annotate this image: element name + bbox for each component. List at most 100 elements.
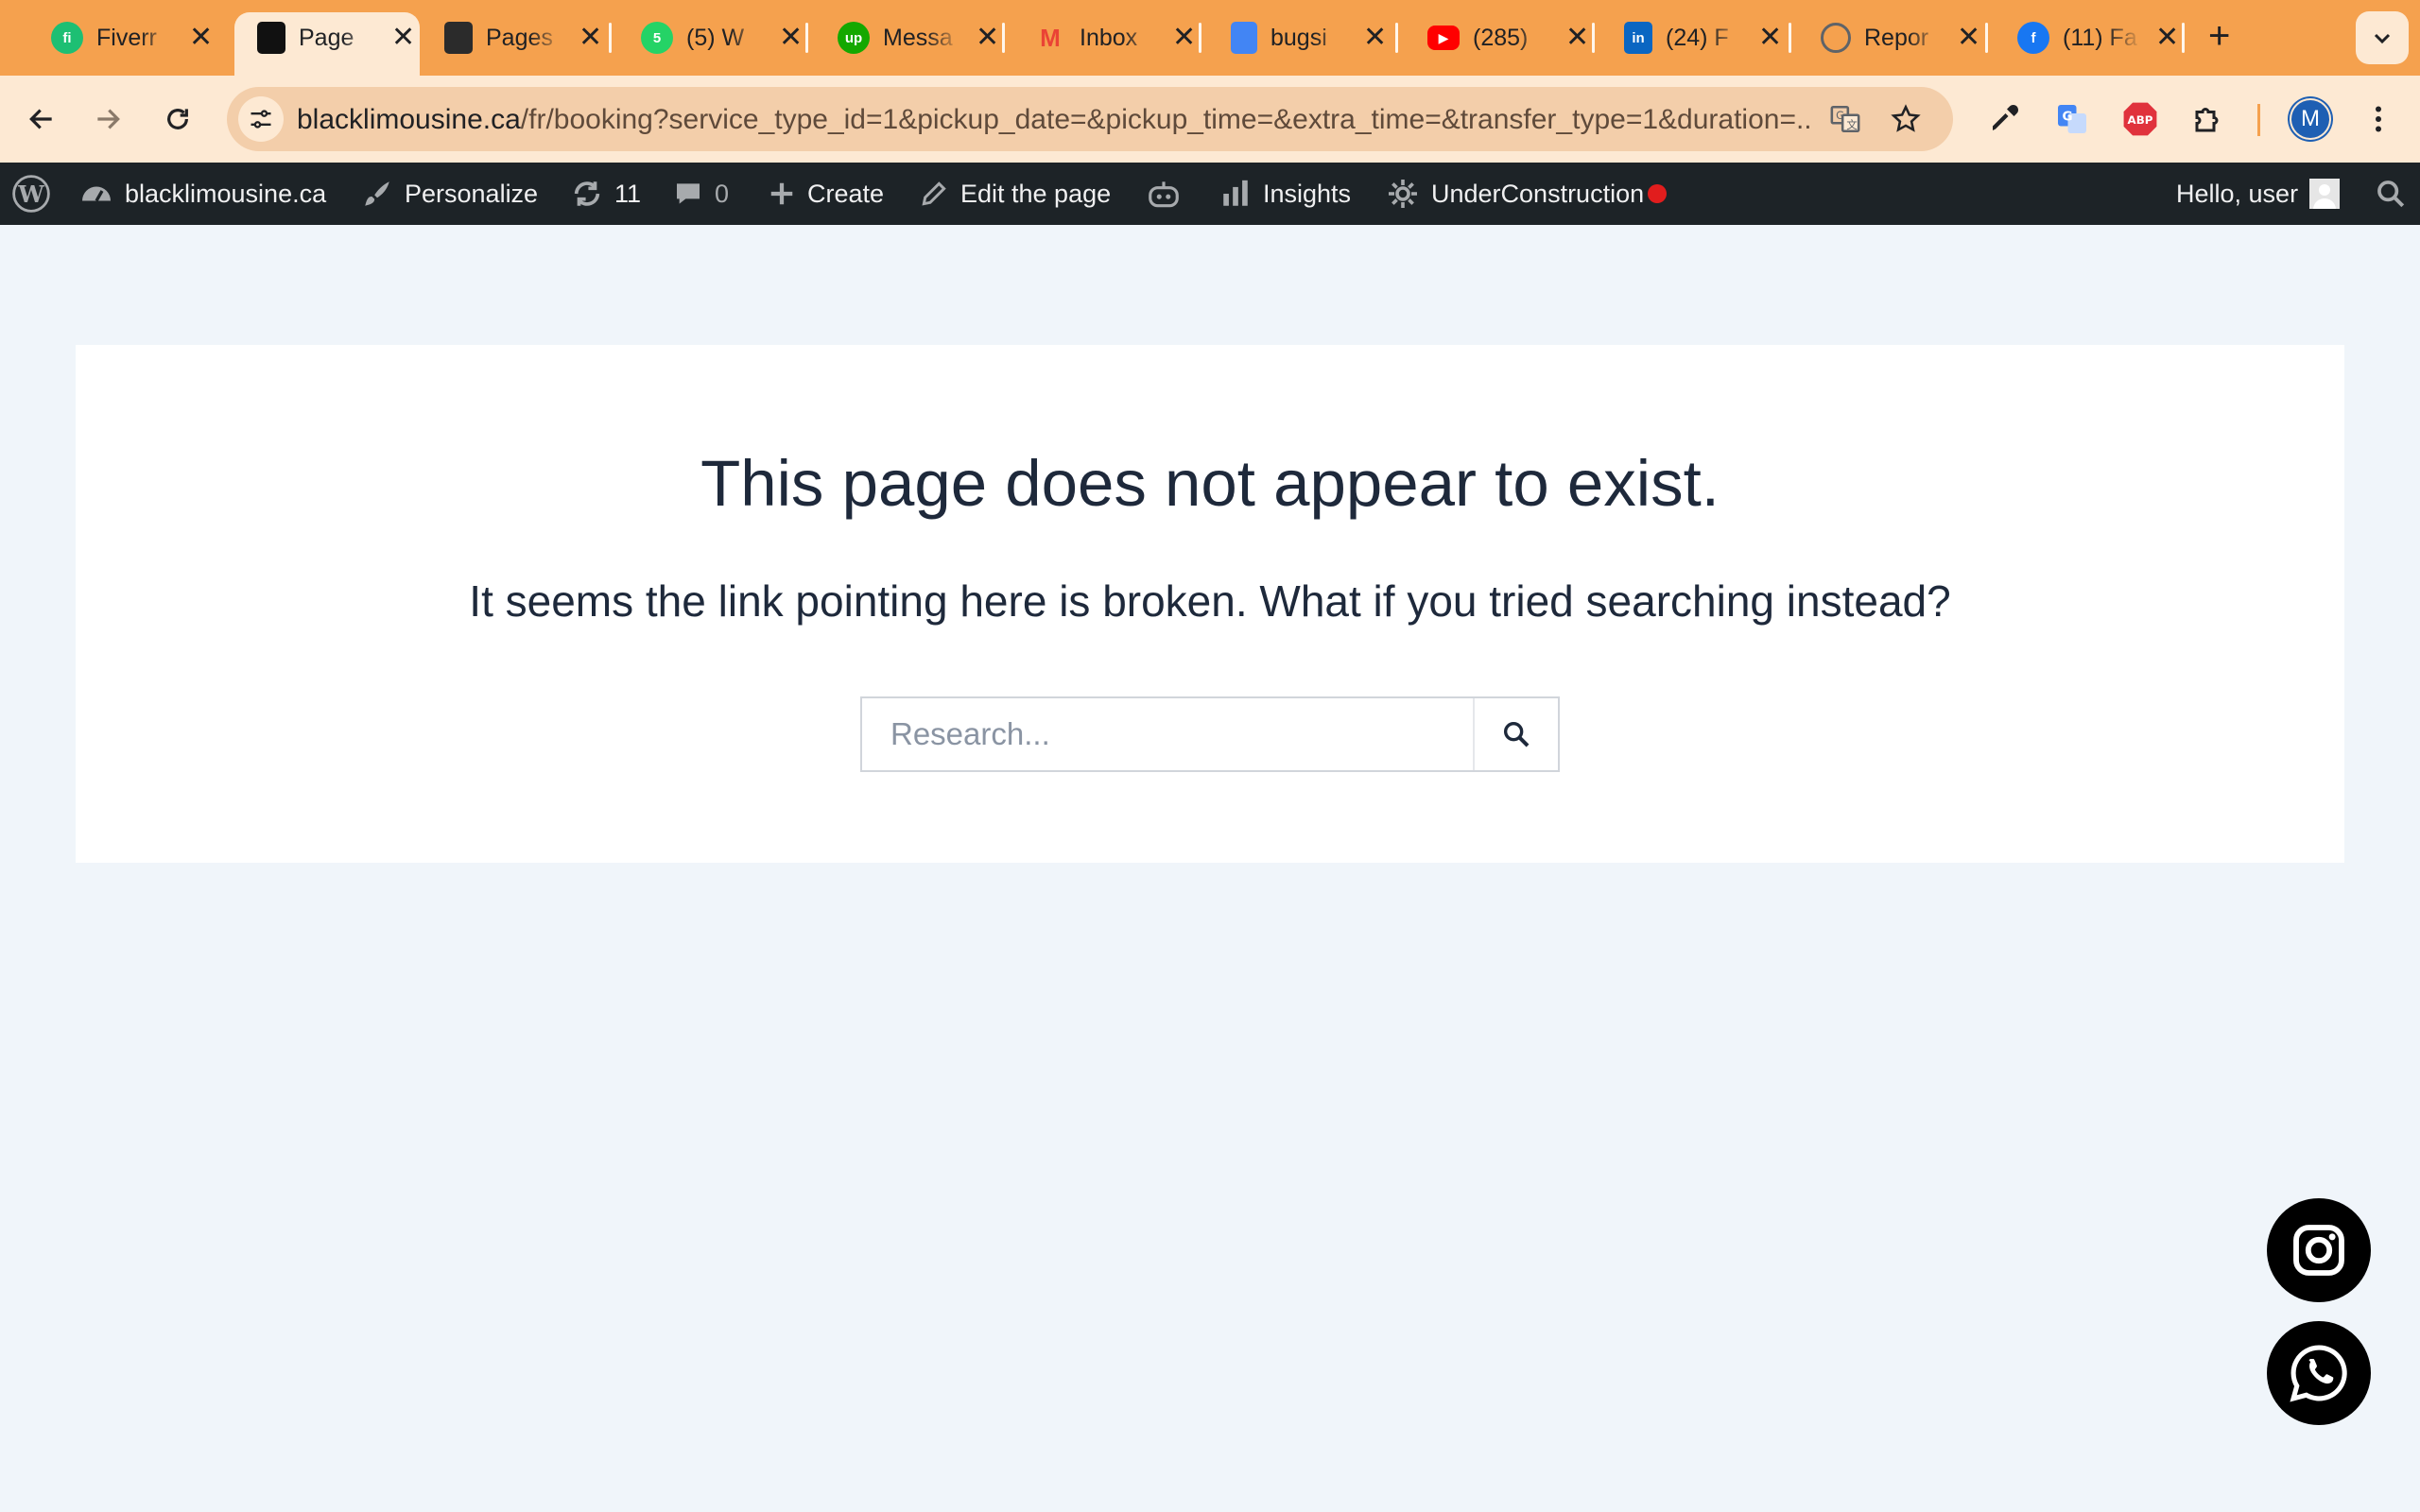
extensions-button[interactable] (2187, 98, 2229, 140)
tab-separator (1199, 23, 1201, 53)
close-tab-icon[interactable]: ✕ (1172, 24, 1196, 52)
site-name-link[interactable]: blacklimousine.ca (79, 163, 326, 225)
adblock-plus-extension[interactable]: ABP (2119, 98, 2161, 140)
browser-tab[interactable]: Page ✕ (234, 12, 420, 76)
browser-tab[interactable]: Repor ✕ (1798, 13, 1980, 62)
url-path: /fr/booking?service_type_id=1&pickup_dat… (520, 104, 1809, 135)
close-tab-icon[interactable]: ✕ (1957, 24, 1980, 52)
toolbar-separator (2257, 104, 2260, 136)
back-button[interactable] (19, 96, 64, 142)
eyedropper-extension[interactable] (1983, 98, 2025, 140)
comments-link[interactable]: 0 (673, 163, 729, 225)
youtube-icon: ▶ (1427, 26, 1460, 50)
browser-tab-title: Fiverr (96, 24, 157, 51)
tab-separator (1395, 23, 1398, 53)
personalize-label: Personalize (405, 179, 539, 208)
personalize-link[interactable]: Personalize (361, 163, 538, 225)
search-submit-button[interactable] (1473, 698, 1558, 770)
browser-tab[interactable]: bugsi ✕ (1208, 13, 1387, 62)
linkedin-icon: in (1624, 22, 1652, 54)
upwork-icon: up (838, 22, 870, 54)
pencil-icon (922, 181, 946, 206)
not-found-card: This page does not appear to exist. It s… (76, 345, 2344, 863)
new-tab-button[interactable]: + (2208, 15, 2230, 58)
translate-icon: G文 (1830, 105, 1860, 133)
whatsapp-button[interactable] (2267, 1321, 2371, 1425)
create-label: Create (807, 179, 885, 208)
browser-tab-title: (24) F (1666, 24, 1729, 51)
translate-page-button[interactable]: G文 (1828, 102, 1862, 136)
facebook-icon: f (2017, 22, 2049, 54)
dashboard-icon (82, 186, 111, 202)
plus-icon (770, 182, 793, 205)
report-icon (1821, 23, 1851, 53)
browser-tab[interactable]: up Messa ✕ (815, 13, 999, 62)
user-avatar (2309, 179, 2341, 209)
wordpress-logo-button[interactable]: W (11, 163, 51, 225)
close-tab-icon[interactable]: ✕ (391, 24, 415, 52)
close-tab-icon[interactable]: ✕ (189, 24, 213, 52)
create-new-link[interactable]: Create (768, 163, 884, 225)
browser-tab[interactable]: 5 (5) W ✕ (618, 13, 803, 62)
status-red-dot (1648, 184, 1668, 203)
site-name-label: blacklimousine.ca (125, 179, 327, 208)
tab-separator (1592, 23, 1595, 53)
tab-separator (1985, 23, 1988, 53)
tune-icon (251, 110, 271, 129)
admin-search-button[interactable] (2375, 163, 2407, 225)
page-subtitle: It seems the link pointing here is broke… (469, 576, 1951, 626)
chevron-down-icon (2374, 33, 2391, 44)
browser-tab[interactable]: ▶ (285) ✕ (1405, 13, 1589, 62)
browser-tab[interactable]: M Inbox ✕ (1011, 13, 1196, 62)
insights-link[interactable]: Insights (1219, 163, 1351, 225)
bug-icon (444, 22, 473, 54)
instagram-icon (2293, 1225, 2344, 1276)
site-info-button[interactable] (238, 96, 284, 142)
arrow-right-icon (97, 109, 120, 129)
search-form (860, 696, 1560, 772)
close-tab-icon[interactable]: ✕ (976, 24, 999, 52)
under-construction-link[interactable]: UnderConstruction (1386, 163, 1668, 225)
ai-assistant-link[interactable] (1146, 163, 1182, 225)
close-tab-icon[interactable]: ✕ (779, 24, 803, 52)
browser-tab[interactable]: in (24) F ✕ (1601, 13, 1782, 62)
browser-tab-title: (11) Fa (2063, 24, 2137, 51)
close-tab-icon[interactable]: ✕ (1565, 24, 1589, 52)
more-vertical-icon (2376, 106, 2381, 132)
brush-icon (365, 181, 389, 206)
updates-icon (574, 181, 600, 206)
search-input[interactable] (862, 698, 1473, 770)
tab-separator (1002, 23, 1005, 53)
google-translate-extension[interactable]: G (2051, 98, 2093, 140)
updates-link[interactable]: 11 (571, 163, 641, 225)
my-account-link[interactable]: Hello, user (2176, 163, 2341, 225)
browser-tab[interactable]: Pages ✕ (422, 13, 602, 62)
profile-avatar[interactable]: M (2291, 100, 2329, 138)
forward-button[interactable] (85, 96, 130, 142)
browser-tab-title: Inbox (1080, 24, 1138, 51)
edit-page-link[interactable]: Edit the page (919, 163, 1111, 225)
updates-count: 11 (614, 179, 642, 208)
robot-icon (1149, 181, 1179, 208)
close-tab-icon[interactable]: ✕ (579, 24, 602, 52)
browser-tab[interactable]: f (11) Fa ✕ (1995, 13, 2179, 62)
fiverr-icon: fi (51, 22, 83, 54)
browser-menu-button[interactable] (2358, 98, 2399, 140)
browser-tab[interactable]: fi Fiverr ✕ (28, 13, 213, 62)
svg-text:ABP: ABP (2128, 113, 2153, 127)
close-tab-icon[interactable]: ✕ (1758, 24, 1782, 52)
search-icon (1503, 721, 1530, 747)
close-tab-icon[interactable]: ✕ (2155, 24, 2179, 52)
google-translate-icon: G (2058, 105, 2086, 133)
address-bar[interactable]: blacklimousine.ca/fr/booking?service_typ… (227, 87, 1953, 151)
greeting-label: Hello, user (2176, 179, 2299, 208)
wordpress-icon: W (12, 175, 50, 213)
url-text[interactable]: blacklimousine.ca/fr/booking?service_typ… (297, 104, 1809, 136)
browser-tab-title: Pages (486, 24, 553, 51)
browser-tab-title: (5) W (686, 24, 745, 51)
close-tab-icon[interactable]: ✕ (1363, 24, 1387, 52)
instagram-button[interactable] (2267, 1198, 2371, 1302)
tab-search-button[interactable] (2356, 11, 2409, 64)
reload-button[interactable] (155, 96, 200, 142)
bookmark-star-button[interactable] (1889, 102, 1923, 136)
